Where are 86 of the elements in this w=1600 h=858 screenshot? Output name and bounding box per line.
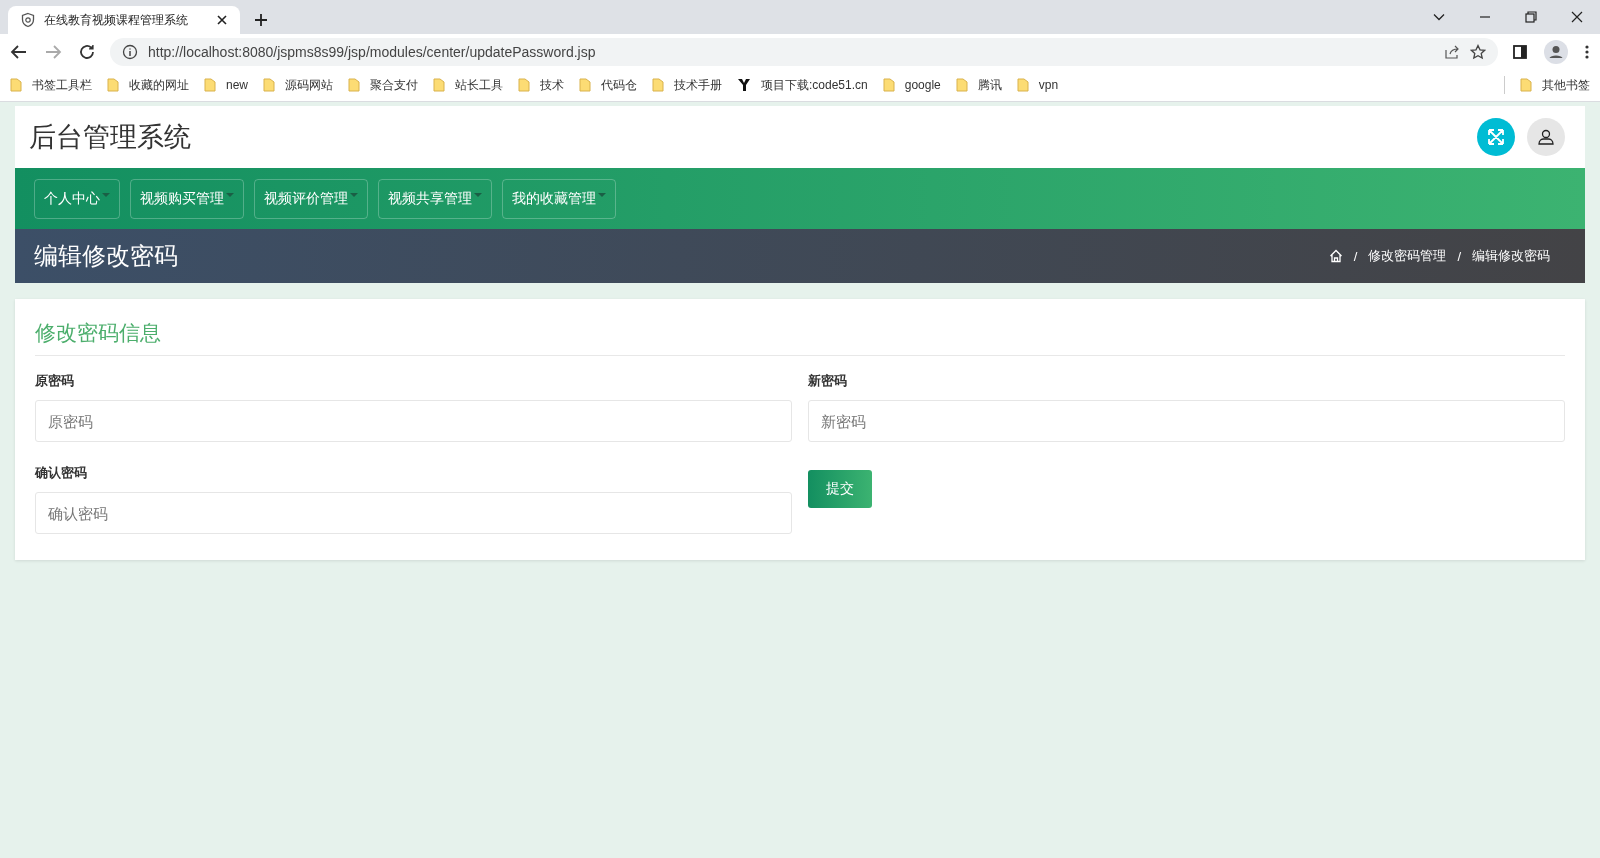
- folder-icon: [955, 78, 968, 92]
- bookmark-label: 腾讯: [977, 76, 1002, 94]
- breadcrumb-current: 编辑修改密码: [1472, 247, 1550, 265]
- info-icon: [122, 43, 138, 60]
- folder-icon: [882, 78, 895, 92]
- bookmark[interactable]: 项目下载:code51.cn: [737, 76, 868, 94]
- folder-icon: [107, 78, 119, 92]
- y-logo-icon: [737, 78, 751, 92]
- shield-icon: [20, 12, 36, 28]
- bookmark[interactable]: 技术: [518, 76, 564, 94]
- bookmark[interactable]: 站长工具: [433, 76, 503, 94]
- app-title: 后台管理系统: [29, 121, 191, 154]
- browser-tab[interactable]: 在线教育视频课程管理系统: [8, 6, 240, 34]
- bookmark-label: 技术: [540, 76, 564, 94]
- url-text: http://localhost:8080/jspms8s99/jsp/modules/center/updatePassword.jsp: [148, 43, 596, 60]
- folder-icon: [1520, 78, 1532, 92]
- folder-icon: [263, 78, 275, 92]
- bookmark[interactable]: 腾讯: [955, 76, 1002, 94]
- address-bar[interactable]: http://localhost:8080/jspms8s99/jsp/modules/center/updatePassword.jsp: [110, 37, 1498, 66]
- caret-icon: [350, 193, 358, 198]
- star-icon[interactable]: [1470, 43, 1486, 60]
- profile-icon[interactable]: [1544, 39, 1568, 64]
- bookmark[interactable]: 技术手册: [652, 76, 722, 94]
- bookmark[interactable]: 聚合支付: [348, 76, 418, 94]
- folder-icon: [518, 78, 530, 92]
- password-field[interactable]: 原密码: [35, 400, 792, 442]
- breadcrumb-link[interactable]: 修改密码管理: [1368, 247, 1447, 265]
- expand-arrows-icon: [1486, 127, 1506, 147]
- reload-icon[interactable]: [78, 42, 96, 61]
- share-icon[interactable]: [1444, 43, 1460, 60]
- bookmark-label: 技术手册: [674, 76, 722, 94]
- bookmark-label: vpn: [1038, 78, 1059, 92]
- nav-menu-button[interactable]: 视频评价管理: [254, 178, 368, 219]
- folder-icon: [433, 78, 445, 92]
- new-tab-icon[interactable]: [254, 13, 268, 27]
- password-field[interactable]: 确认密码: [35, 492, 792, 534]
- field-label: 原密码: [35, 372, 74, 390]
- bookmark-label: 站长工具: [455, 76, 503, 94]
- caret-icon: [598, 193, 606, 198]
- bookmark[interactable]: google: [882, 78, 941, 92]
- folder-icon: [348, 78, 360, 92]
- bookmark[interactable]: 收藏的网址: [107, 76, 189, 94]
- sidebar-icon[interactable]: [1512, 43, 1528, 60]
- folder-icon: [10, 78, 22, 92]
- caret-icon: [474, 193, 482, 198]
- field-label: 新密码: [808, 372, 847, 390]
- folder-icon: [579, 78, 591, 92]
- breadcrumb-separator: /: [1457, 248, 1461, 264]
- nav-menu-button[interactable]: 视频共享管理: [378, 178, 492, 219]
- bookmark[interactable]: new: [204, 78, 248, 92]
- page-title: 编辑修改密码: [34, 241, 178, 271]
- folder-icon: [1016, 78, 1029, 92]
- bookmark-label: 收藏的网址: [129, 76, 189, 94]
- caret-icon: [102, 193, 110, 198]
- bookmark[interactable]: 源码网站: [263, 76, 333, 94]
- bookmark[interactable]: vpn: [1016, 78, 1059, 92]
- nav-menu-button[interactable]: 视频购买管理: [130, 178, 244, 219]
- back-arrow-icon[interactable]: [10, 42, 28, 61]
- folder-icon: [204, 78, 216, 92]
- bookmark-label: 其他书签: [1542, 76, 1590, 94]
- home-icon[interactable]: [1328, 249, 1343, 263]
- nav-menu-button[interactable]: 我的收藏管理: [502, 178, 616, 219]
- folder-icon: [652, 78, 664, 92]
- breadcrumb-separator: /: [1353, 248, 1358, 264]
- tab-title: 在线教育视频课程管理系统: [44, 11, 189, 29]
- restore-icon[interactable]: [1524, 10, 1538, 24]
- user-icon: [1537, 128, 1555, 146]
- bookmark[interactable]: 其他书签: [1520, 76, 1590, 94]
- more-icon[interactable]: [1584, 43, 1590, 60]
- bookmark[interactable]: 书签工具栏: [10, 76, 92, 94]
- nav-menu-button[interactable]: 个人中心: [34, 178, 120, 219]
- field-label: 确认密码: [35, 464, 87, 482]
- bookmark-label: 源码网站: [285, 76, 333, 94]
- user-button[interactable]: [1527, 118, 1565, 156]
- card-title: 修改密码信息: [35, 319, 1565, 356]
- password-field[interactable]: 新密码: [808, 400, 1565, 442]
- bookmark-label: 书签工具栏: [32, 76, 92, 94]
- close-icon[interactable]: [1570, 10, 1584, 24]
- bookmark[interactable]: 代码仓: [579, 76, 637, 94]
- bookmark-label: new: [226, 78, 248, 92]
- bookmark-label: 代码仓: [601, 76, 637, 94]
- close-icon[interactable]: [216, 14, 228, 26]
- bookmark-label: google: [904, 78, 941, 92]
- bookmark-label: 聚合支付: [370, 76, 418, 94]
- caret-icon: [226, 193, 234, 198]
- bookmark-label: 项目下载:code51.cn: [761, 76, 868, 94]
